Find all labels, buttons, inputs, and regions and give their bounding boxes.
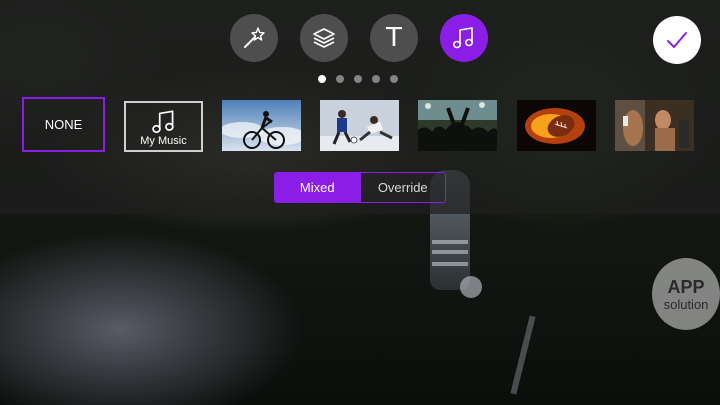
concert-crowd-photo: [418, 100, 497, 151]
music-option-label: NONE: [44, 117, 83, 132]
magic-wand-icon: [244, 27, 265, 48]
page-dot[interactable]: [318, 75, 326, 83]
done-button[interactable]: [653, 16, 701, 64]
layers-icon: [313, 28, 335, 48]
music-option-cycling[interactable]: [222, 100, 301, 151]
mix-mode-toggle: Mixed Override: [274, 172, 446, 203]
effects-button[interactable]: [230, 14, 278, 62]
app-solution-watermark: APP solution: [652, 258, 720, 330]
music-option-my-music[interactable]: My Music: [124, 101, 203, 152]
music-option-label: My Music: [140, 134, 187, 147]
cyclist-photo: [222, 100, 301, 151]
watermark-line2: solution: [663, 296, 709, 312]
music-option-football-fire[interactable]: [517, 100, 596, 151]
music-panel-overlay: T NONE My Music Mixed Override: [0, 0, 720, 214]
music-button[interactable]: [440, 14, 488, 62]
text-button[interactable]: T: [370, 14, 418, 62]
text-icon: T: [386, 23, 402, 53]
soccer-players-photo: [320, 100, 399, 151]
athlete-photo: [615, 100, 694, 151]
mixed-option[interactable]: Mixed: [275, 173, 360, 202]
music-option-athlete[interactable]: [615, 100, 694, 151]
sleeve-stripe: [432, 250, 468, 254]
sleeve-stripe: [432, 262, 468, 266]
page-dot[interactable]: [390, 75, 398, 83]
editor-tool-bar: T: [0, 14, 720, 64]
flaming-football-photo: [517, 100, 596, 151]
watermark-line1: APP: [667, 276, 705, 297]
checkmark-icon: [667, 32, 687, 48]
page-dot[interactable]: [372, 75, 380, 83]
page-dot[interactable]: [354, 75, 362, 83]
music-notes-icon: [151, 109, 174, 133]
dancer-hand: [460, 276, 482, 298]
sleeve-stripe: [432, 240, 468, 244]
music-option-soccer[interactable]: [320, 100, 399, 151]
music-notes-icon: [452, 27, 474, 49]
music-option-none[interactable]: NONE: [22, 97, 105, 152]
music-option-concert[interactable]: [418, 100, 497, 151]
override-option[interactable]: Override: [359, 173, 445, 202]
layers-button[interactable]: [300, 14, 348, 62]
page-dot[interactable]: [336, 75, 344, 83]
